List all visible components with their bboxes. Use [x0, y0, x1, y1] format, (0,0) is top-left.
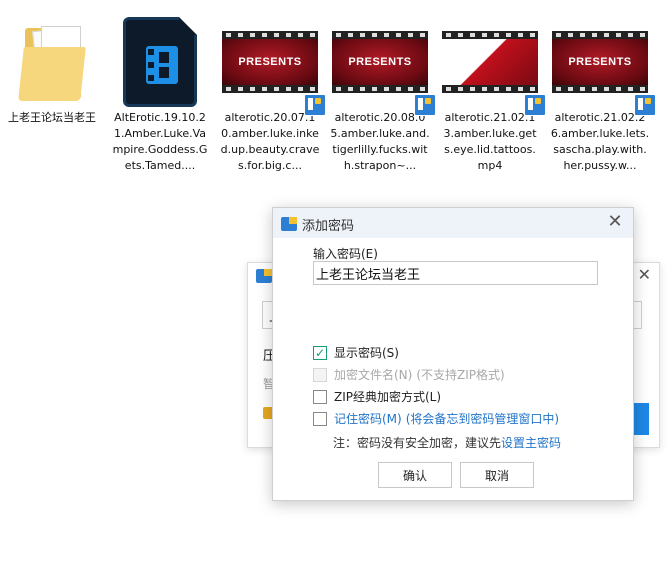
encrypt-filenames-checkbox	[313, 367, 327, 382]
folder-icon	[18, 14, 86, 110]
file-item-video[interactable]: alterotic.21.02.13.amber.luke.gets.eye.l…	[438, 14, 546, 174]
dialog-title: 添加密码	[302, 219, 355, 234]
file-item-video[interactable]: PRESENTS alterotic.20.08.05.amber.luke.a…	[328, 14, 436, 174]
zip-classic-checkbox[interactable]	[313, 389, 327, 404]
set-master-password-link[interactable]: 设置主密码	[501, 436, 561, 450]
player-badge-icon	[524, 94, 546, 116]
file-name: alterotic.20.07.10.amber.luke.inked.up.b…	[220, 111, 320, 172]
encrypt-filenames-option: 加密文件名(N) (不支持ZIP格式)	[313, 366, 505, 383]
zip-classic-option[interactable]: ZIP经典加密方式(L)	[313, 388, 441, 405]
thumbnail-text: PRESENTS	[348, 56, 412, 68]
dialog-titlebar: 添加密码 ✕	[273, 208, 633, 238]
file-name: 上老王论坛当老王	[8, 111, 96, 124]
close-icon[interactable]: ✕	[638, 265, 651, 284]
remember-password-checkbox[interactable]	[313, 411, 327, 426]
file-name: AltErotic.19.10.21.Amber.Luke.Vampire.Go…	[112, 111, 208, 172]
video-file-icon	[123, 14, 197, 110]
password-label: 输入密码(E)	[313, 247, 378, 261]
thumbnail-text: PRESENTS	[238, 56, 302, 68]
thumbnail-text: PRESENTS	[568, 56, 632, 68]
show-password-checkbox[interactable]	[313, 345, 327, 360]
encrypt-filenames-hint: (不支持ZIP格式)	[416, 368, 505, 382]
remember-password-label[interactable]: 记住密码(M)	[334, 410, 402, 427]
file-name: alterotic.21.02.26.amber.luke.lets.sasch…	[550, 111, 650, 172]
zip-classic-label: ZIP经典加密方式(L)	[334, 390, 442, 404]
file-item-video[interactable]: PRESENTS alterotic.20.07.10.amber.luke.i…	[218, 14, 326, 174]
confirm-button[interactable]: 确认	[378, 462, 452, 488]
archive-app-icon	[281, 217, 297, 231]
player-badge-icon	[414, 94, 436, 116]
security-note-text: 注：密码没有安全加密，建议先	[333, 436, 502, 450]
security-note: 注：密码没有安全加密，建议先设置主密码	[333, 434, 561, 451]
file-name: alterotic.20.08.05.amber.luke.and.tigerl…	[330, 111, 430, 172]
file-name: alterotic.21.02.13.amber.luke.gets.eye.l…	[443, 111, 537, 172]
player-badge-icon	[304, 94, 326, 116]
show-password-label: 显示密码(S)	[334, 346, 399, 360]
file-item-video[interactable]: PRESENTS alterotic.21.02.26.amber.luke.l…	[548, 14, 656, 174]
remember-password-hint: (将会备忘到密码管理窗口中)	[405, 412, 560, 426]
video-thumbnail: PRESENTS	[222, 14, 326, 116]
file-item-folder[interactable]: 上老王论坛当老王	[0, 14, 104, 126]
player-badge-icon	[634, 94, 656, 116]
cancel-button[interactable]: 取消	[460, 462, 534, 488]
show-password-option[interactable]: 显示密码(S)	[313, 344, 399, 361]
archive-app-icon	[256, 269, 272, 283]
password-input[interactable]	[313, 261, 598, 285]
remember-password-option[interactable]: 记住密码(M) (将会备忘到密码管理窗口中)	[313, 410, 559, 427]
video-thumbnail: PRESENTS	[332, 14, 436, 116]
close-icon[interactable]: ✕	[605, 212, 625, 232]
file-item-video[interactable]: AltErotic.19.10.21.Amber.Luke.Vampire.Go…	[108, 14, 212, 174]
add-password-dialog: 添加密码 ✕ 输入密码(E) 显示密码(S) 加密文件名(N) (不支持ZIP格…	[272, 207, 634, 501]
encrypt-filenames-label: 加密文件名(N)	[334, 368, 413, 382]
video-thumbnail: PRESENTS	[552, 14, 656, 116]
video-thumbnail	[442, 14, 546, 116]
